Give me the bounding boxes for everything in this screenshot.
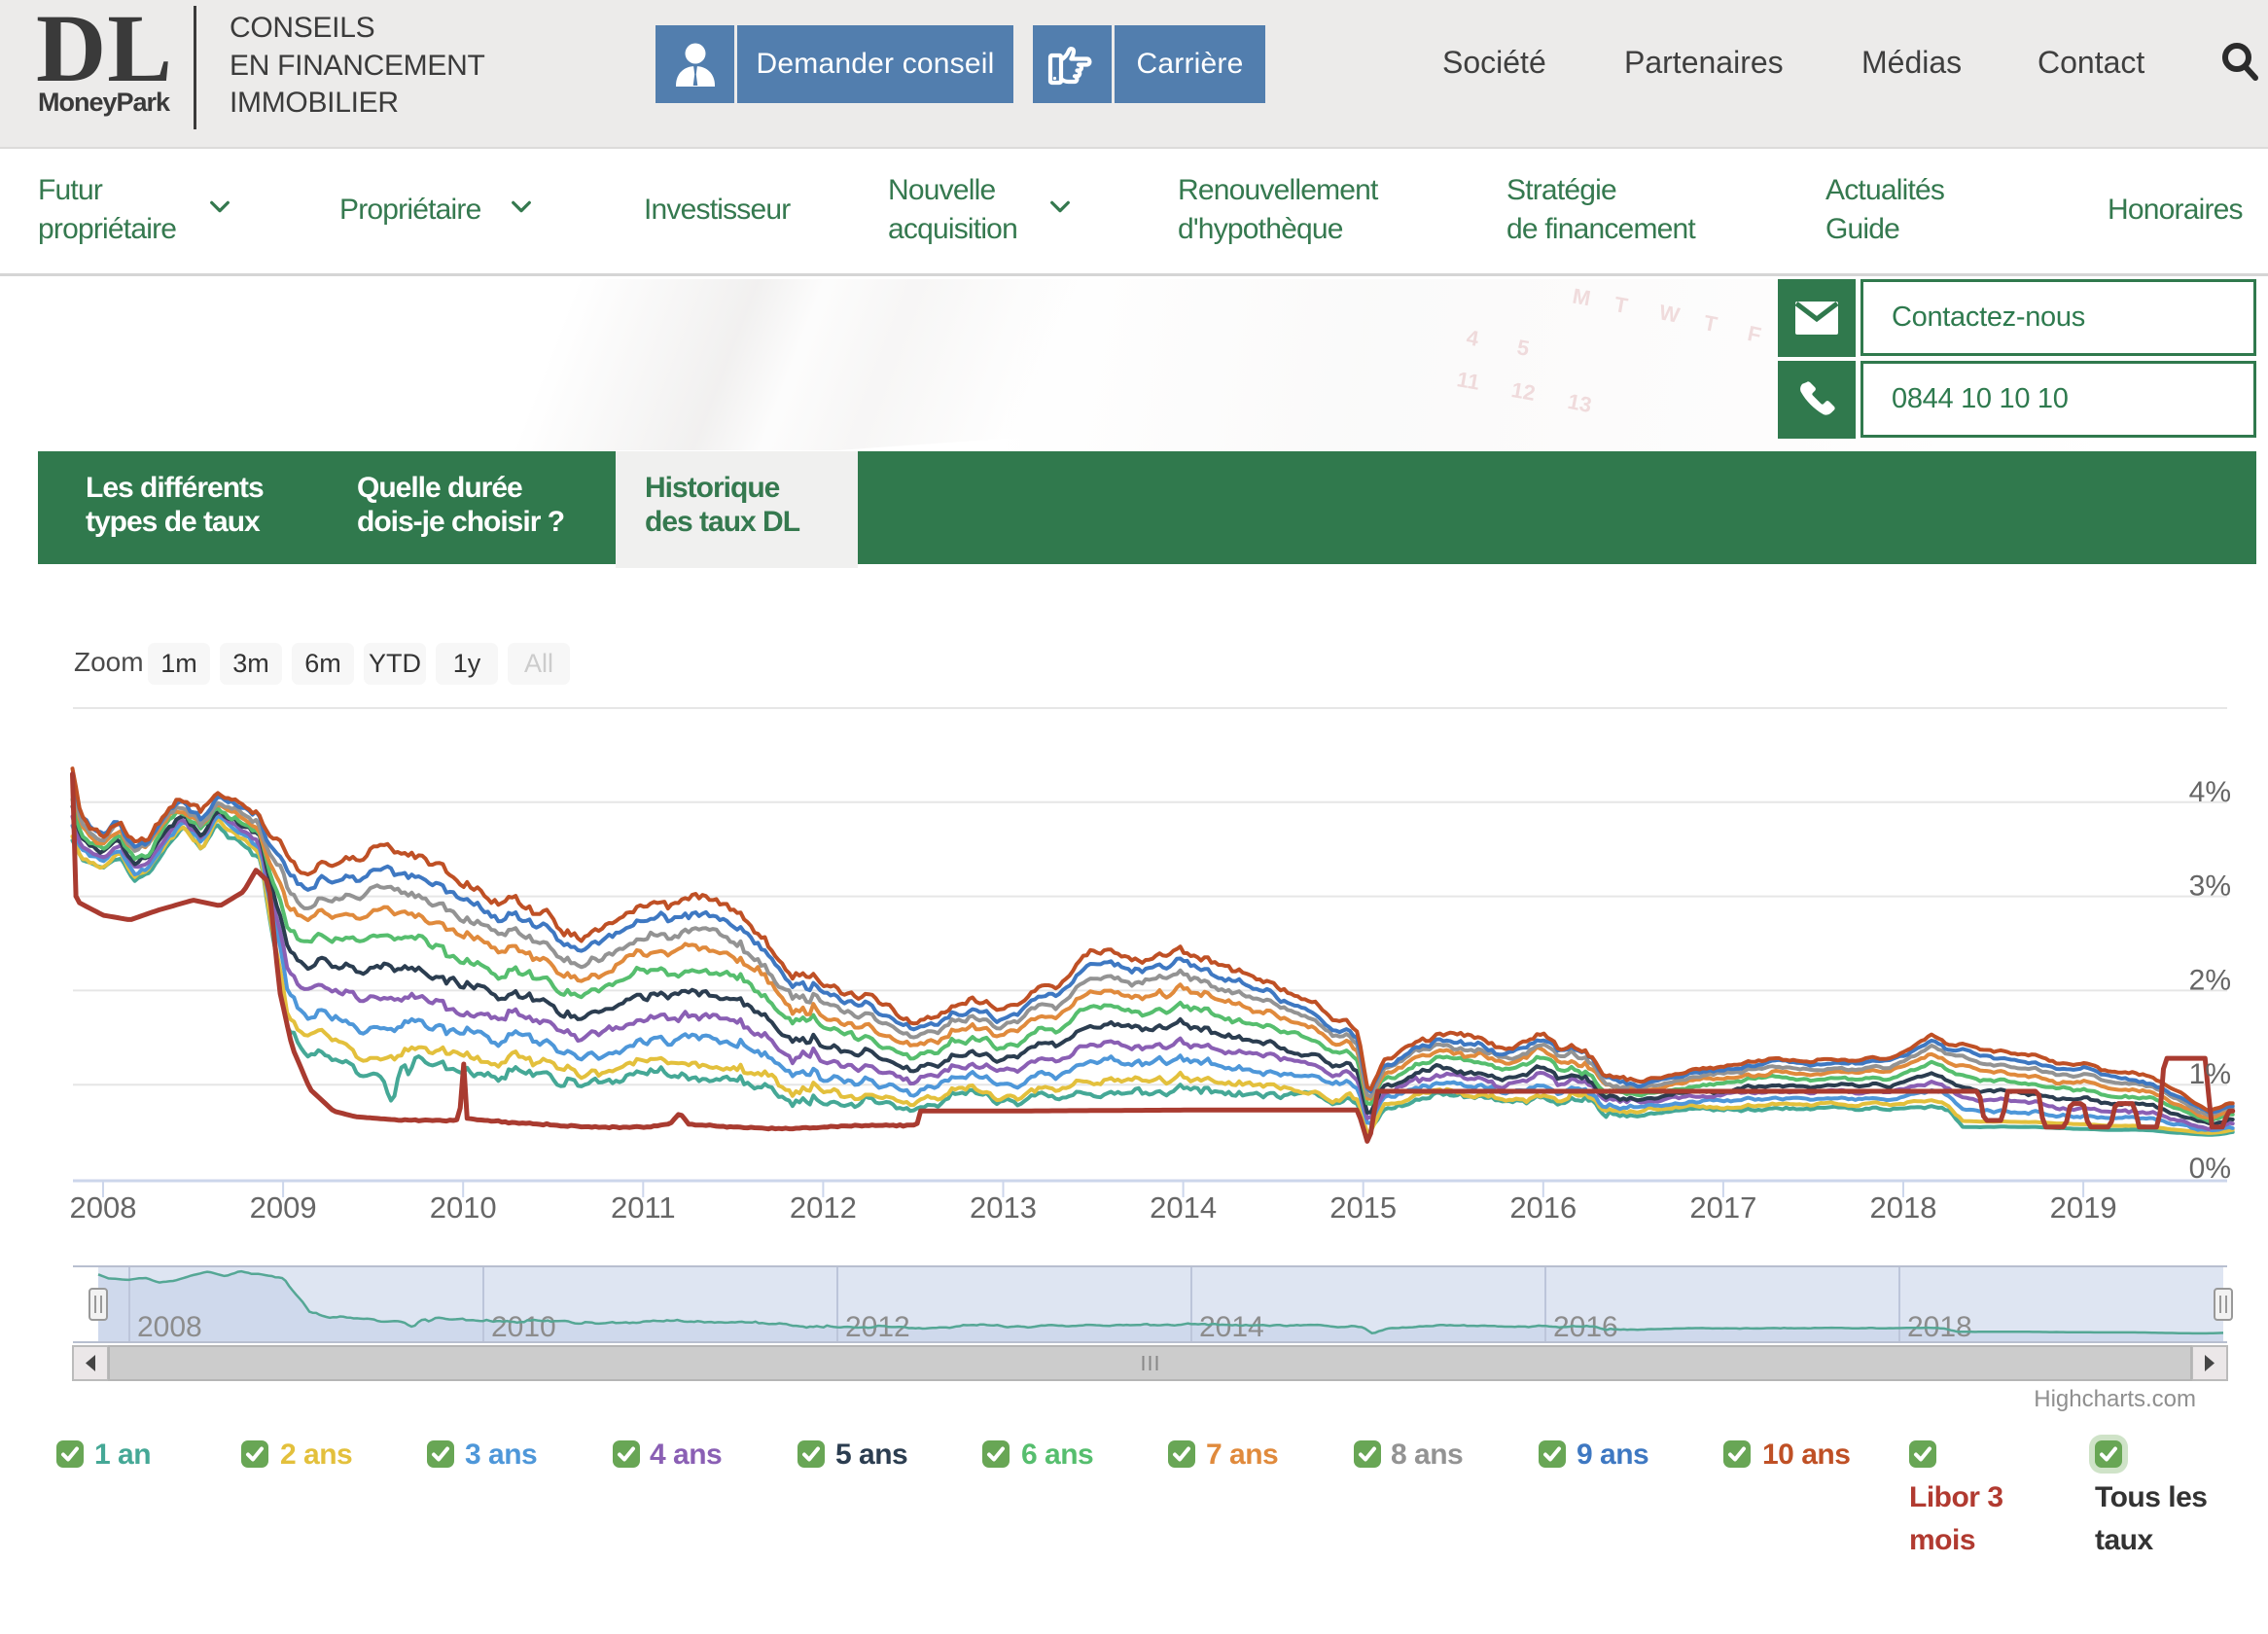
svg-text:Highcharts.com: Highcharts.com [2034,1386,2196,1412]
svg-text:2015: 2015 [1329,1190,1397,1225]
svg-text:2014: 2014 [1150,1190,1217,1225]
svg-text:2010: 2010 [430,1190,497,1225]
svg-text:2017: 2017 [1689,1190,1756,1225]
svg-text:2019: 2019 [2050,1190,2117,1225]
svg-text:1%: 1% [2189,1058,2231,1090]
svg-text:2014: 2014 [1199,1311,1264,1343]
svg-text:2016: 2016 [1509,1190,1577,1225]
svg-text:2008: 2008 [137,1311,202,1343]
svg-text:2011: 2011 [611,1190,676,1225]
svg-text:2010: 2010 [491,1311,556,1343]
svg-text:2008: 2008 [70,1190,137,1225]
svg-text:3%: 3% [2189,870,2231,903]
svg-text:2009: 2009 [250,1190,317,1225]
svg-text:4%: 4% [2189,776,2231,808]
svg-text:2%: 2% [2189,964,2231,996]
svg-text:2018: 2018 [1870,1190,1937,1225]
svg-text:2013: 2013 [970,1190,1037,1225]
svg-text:2012: 2012 [790,1190,857,1225]
